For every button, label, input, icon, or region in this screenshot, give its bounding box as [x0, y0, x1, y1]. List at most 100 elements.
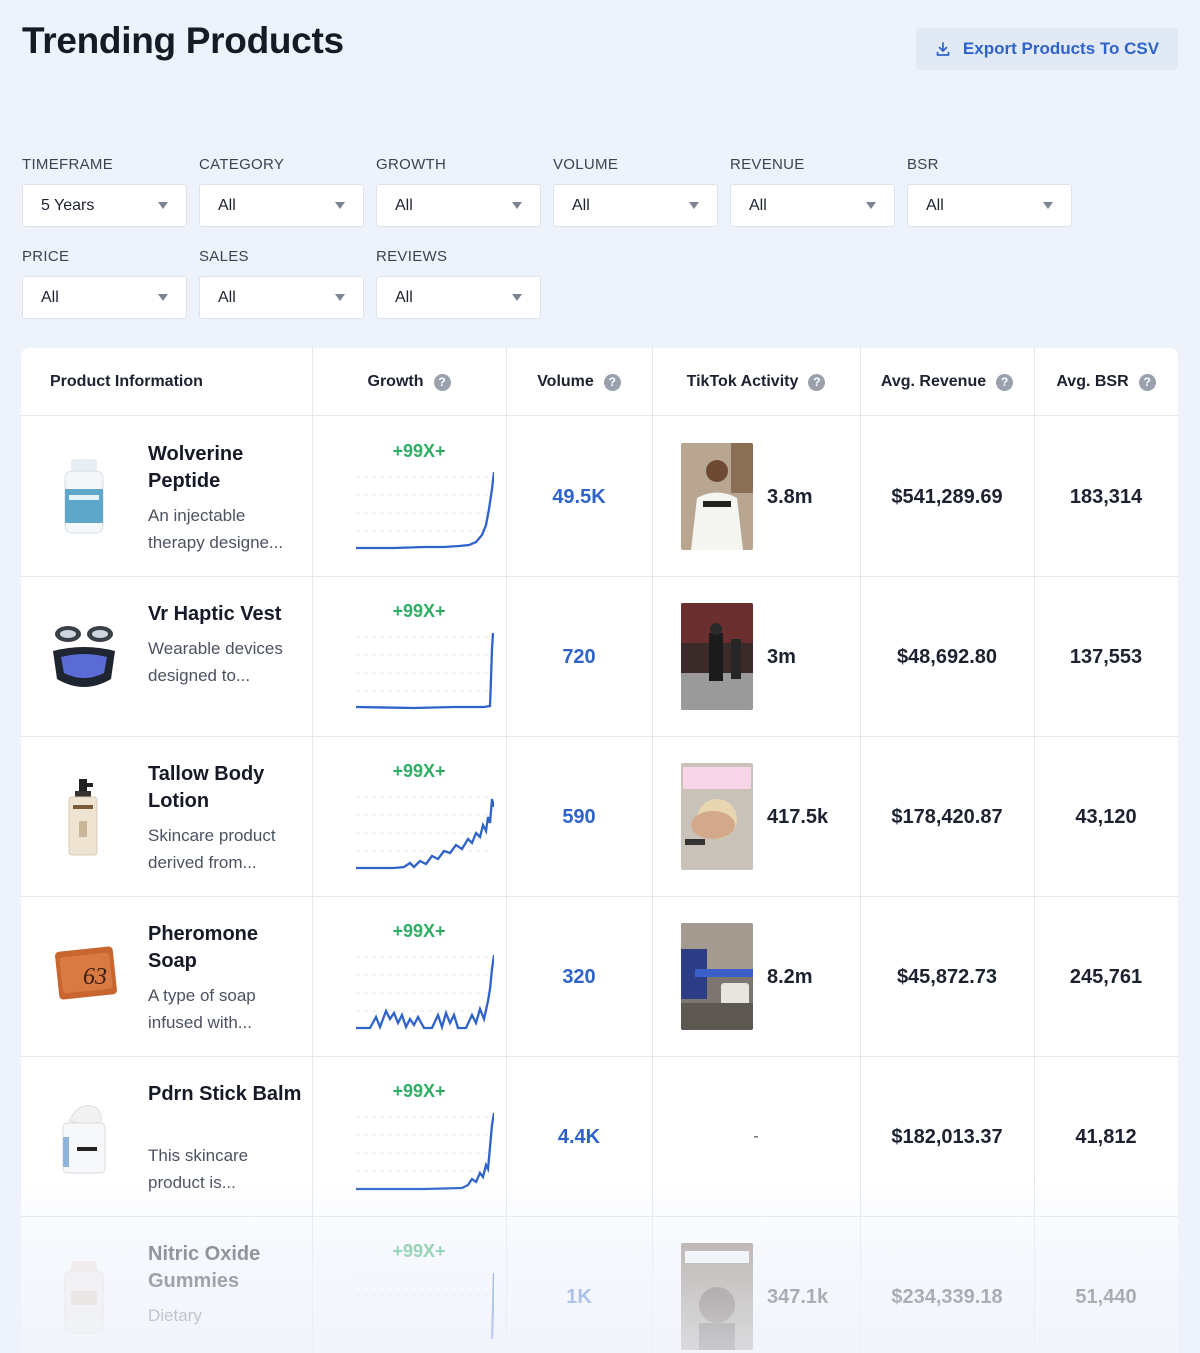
product-image [64, 1261, 104, 1334]
caret-down-icon [335, 294, 345, 301]
help-icon[interactable]: ? [433, 373, 451, 391]
product-description: Skincare product derived from... [148, 826, 276, 872]
filter-label: VOLUME [553, 156, 619, 173]
help-icon[interactable]: ? [996, 373, 1014, 391]
products-table: Product Information Growth ? Volume ? Ti… [21, 348, 1178, 1353]
header-avg-bsr[interactable]: Avg. BSR ? [1034, 348, 1178, 416]
avg-revenue-value: $178,420.87 [891, 805, 1003, 828]
avg-bsr-value: 137,553 [1069, 645, 1143, 668]
growth-select[interactable]: All [376, 184, 541, 227]
select-value: All [395, 196, 413, 214]
avg-bsr-value: 43,120 [1075, 805, 1137, 828]
select-value: All [572, 196, 590, 214]
header-label: TikTok Activity [686, 373, 799, 390]
tiktok-video-thumbnail[interactable] [681, 443, 753, 550]
tiktok-video-thumbnail[interactable] [681, 923, 753, 1030]
table-row[interactable]: 63 Pheromone Soap A type of soap infused… [21, 897, 1178, 1057]
product-image: 63 [55, 946, 117, 1000]
growth-sparkline [356, 471, 494, 550]
avg-revenue-value: $45,872.73 [896, 965, 998, 988]
filter-label: CATEGORY [199, 156, 285, 173]
page-title: Trending Products [22, 20, 344, 61]
header-label: Avg. BSR [1056, 373, 1129, 390]
product-name[interactable]: Pdrn Stick Balm [148, 1081, 308, 1108]
filter-revenue: REVENUE All [730, 156, 895, 227]
trending-products-page: Trending Products Export Products To CSV… [0, 0, 1200, 1353]
tiktok-video-thumbnail[interactable] [681, 1243, 753, 1350]
price-select[interactable]: All [22, 276, 187, 319]
header-tiktok-activity[interactable]: TikTok Activity ? [652, 348, 860, 416]
growth-sparkline [356, 954, 494, 1031]
tiktok-views: - [753, 1128, 759, 1145]
avg-revenue-value: $48,692.80 [896, 645, 998, 668]
product-image [68, 779, 98, 856]
growth-sparkline [355, 632, 494, 710]
caret-down-icon [335, 202, 345, 209]
select-value: All [926, 196, 944, 214]
volume-select[interactable]: All [553, 184, 718, 227]
table-row[interactable]: Pdrn Stick Balm This skincare product is… [21, 1057, 1178, 1217]
avg-revenue-value: $541,289.69 [891, 485, 1003, 508]
caret-down-icon [1043, 202, 1053, 209]
tiktok-video-thumbnail[interactable] [681, 763, 753, 870]
volume-value: 320 [562, 965, 596, 988]
volume-value: 590 [562, 805, 596, 828]
timeframe-select[interactable]: 5 Years [22, 184, 187, 227]
filter-label: TIMEFRAME [22, 156, 114, 173]
header-label: Product Information [50, 373, 203, 390]
tiktok-views: 417.5k [767, 805, 829, 828]
growth-sparkline [356, 796, 494, 870]
product-description: A type of soap infused with... [148, 986, 256, 1032]
product-name[interactable]: Wolverine Peptide [148, 441, 308, 495]
caret-down-icon [158, 294, 168, 301]
export-csv-button[interactable]: Export Products To CSV [916, 28, 1178, 70]
filter-sales: SALES All [199, 248, 364, 319]
product-name[interactable]: Tallow Body Lotion [148, 761, 308, 815]
product-image [64, 459, 104, 534]
header-volume[interactable]: Volume ? [506, 348, 652, 416]
help-icon[interactable]: ? [603, 373, 621, 391]
select-value: All [218, 196, 236, 214]
avg-revenue-value: $234,339.18 [891, 1285, 1003, 1308]
sales-select[interactable]: All [199, 276, 364, 319]
volume-value: 1K [566, 1285, 592, 1308]
export-csv-label: Export Products To CSV [962, 39, 1160, 58]
revenue-select[interactable]: All [730, 184, 895, 227]
table-header: Product Information Growth ? Volume ? Ti… [21, 348, 1178, 416]
help-icon[interactable]: ? [1138, 373, 1156, 391]
product-description: Wearable devices designed to... [148, 639, 283, 685]
filter-bsr: BSR All [907, 156, 1072, 227]
product-name[interactable]: Vr Haptic Vest [148, 601, 308, 628]
header-product-information[interactable]: Product Information [50, 348, 203, 416]
avg-bsr-value: 41,812 [1075, 1125, 1137, 1148]
reviews-select[interactable]: All [376, 276, 541, 319]
filter-growth: GROWTH All [376, 156, 541, 227]
caret-down-icon [689, 202, 699, 209]
filter-timeframe: TIMEFRAME 5 Years [22, 156, 187, 227]
table-row[interactable]: Wolverine Peptide An injectable therapy … [21, 417, 1178, 577]
tiktok-video-thumbnail[interactable] [681, 603, 753, 710]
avg-bsr-value: 183,314 [1069, 485, 1143, 508]
category-select[interactable]: All [199, 184, 364, 227]
filter-label: BSR [907, 156, 939, 173]
product-name[interactable]: Pheromone Soap [148, 921, 308, 975]
select-value: All [395, 288, 413, 306]
header-growth[interactable]: Growth ? [312, 348, 506, 416]
help-icon[interactable]: ? [808, 373, 826, 391]
header-avg-revenue[interactable]: Avg. Revenue ? [860, 348, 1034, 416]
volume-value: 49.5K [552, 485, 606, 508]
filter-price: PRICE All [22, 248, 187, 319]
product-image [62, 1105, 106, 1174]
volume-value: 4.4K [557, 1125, 601, 1148]
avg-bsr-value: 51,440 [1075, 1285, 1137, 1308]
table-row[interactable]: Nitric Oxide Gummies Dietary +99X+ 347.1… [21, 1217, 1178, 1353]
select-value: All [41, 288, 59, 306]
header-label: Volume [537, 373, 594, 390]
product-description: An injectable therapy designe... [148, 506, 284, 552]
header-label: Growth [367, 373, 424, 390]
table-row[interactable]: Tallow Body Lotion Skincare product deri… [21, 737, 1178, 897]
table-row[interactable]: Vr Haptic Vest Wearable devices designed… [21, 577, 1178, 737]
product-name[interactable]: Nitric Oxide Gummies [148, 1241, 308, 1295]
filter-label: SALES [199, 248, 249, 265]
bsr-select[interactable]: All [907, 184, 1072, 227]
